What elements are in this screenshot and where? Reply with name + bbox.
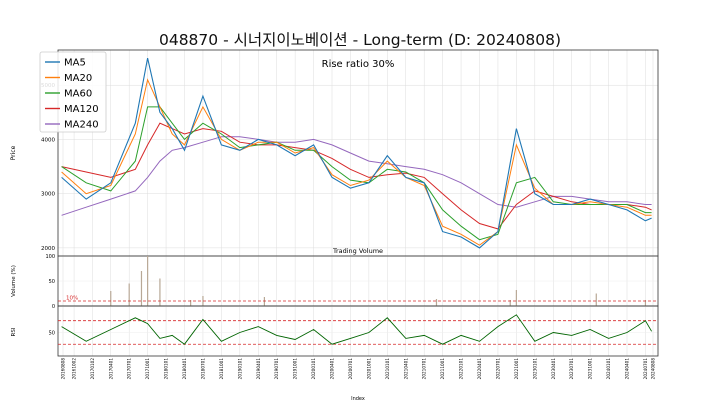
x-tick-label: 20210701	[422, 358, 427, 380]
price-y-tick-label: 2000	[41, 246, 55, 252]
x-tick-label: 20230401	[551, 358, 556, 380]
volume-y-tick-label: 50	[49, 279, 55, 285]
x-tick-label: 20240101	[606, 358, 611, 380]
volume-bar	[140, 271, 143, 306]
x-tick-label: 20221001	[514, 358, 519, 380]
price-y-tick-label: 4000	[41, 137, 55, 143]
x-tick-label: 20160808	[61, 358, 66, 380]
x-tick-label: 20190401	[256, 358, 261, 380]
series-line-ma20	[61, 78, 652, 246]
x-tick-label: 20210401	[403, 358, 408, 380]
x-tick-label: 20201001	[366, 358, 371, 380]
rsi-y-label: RSI	[11, 327, 17, 336]
x-tick-label: 20180401	[182, 358, 187, 380]
x-tick-label: 20180701	[200, 358, 205, 380]
volume-bar	[595, 293, 597, 306]
x-tick-label: 20200101	[311, 358, 316, 380]
x-tick-label: 20190101	[237, 358, 242, 380]
volume-title: Trading Volume	[332, 247, 383, 255]
x-tick-label: 20220701	[495, 358, 500, 380]
x-tick-label: 20231001	[588, 358, 593, 380]
series-line-ma5	[61, 57, 652, 249]
x-tick-label: 20230701	[569, 358, 574, 380]
volume-bar	[128, 283, 130, 306]
price-y-tick-label: 3000	[41, 192, 55, 198]
volume-bar	[110, 291, 112, 306]
chart-title: 048870 - 시너지이노베이션 - Long-term (D: 202408…	[159, 31, 561, 49]
x-tick-label: 20171001	[145, 358, 150, 380]
x-tick-label: 20180101	[164, 358, 169, 380]
x-tick-label: 20230101	[532, 358, 537, 380]
rsi-line	[61, 314, 652, 345]
x-tick-label: 20181001	[219, 358, 224, 380]
x-axis-label: Index	[351, 396, 365, 402]
x-tick-label: 20240808	[651, 358, 656, 380]
price-series	[61, 57, 652, 249]
x-tick-label: 20240401	[625, 358, 630, 380]
price-y-label: Price	[10, 145, 17, 160]
x-axis-ticks: 20160808 20161002 20170102 20170401 20170701…	[61, 358, 656, 380]
volume-bar	[263, 297, 265, 306]
volume-y-label: Volume (%)	[11, 265, 17, 297]
x-tick-label: 20240701	[643, 358, 648, 380]
legend: MA5 MA20 MA60 MA120 MA240	[39, 51, 107, 133]
legend-label-ma20: MA20	[64, 73, 92, 84]
rsi-series	[61, 314, 652, 345]
series-line-ma120	[61, 122, 652, 230]
x-tick-label: 20210101	[385, 358, 390, 380]
x-tick-label: 20191001	[293, 358, 298, 380]
volume-bar	[515, 290, 517, 306]
x-tick-label: 20200701	[348, 358, 353, 380]
rsi-grid	[58, 306, 658, 356]
legend-label-ma5: MA5	[64, 58, 86, 69]
x-tick-label: 20161002	[72, 358, 77, 380]
rsi-y-ticks: 50	[49, 330, 55, 336]
x-tick-label: 20220101	[459, 358, 464, 380]
rsi-plot-area	[57, 305, 659, 357]
x-tick-label: 20190701	[274, 358, 279, 380]
legend-label-ma60: MA60	[64, 89, 92, 100]
rsi-panel: 50 RSI	[11, 305, 659, 357]
volume-y-tick-label: 0	[52, 304, 55, 310]
volume-bar	[147, 256, 149, 306]
rsi-y-tick-label: 50	[49, 330, 55, 336]
x-tick-label: 20200401	[330, 358, 335, 380]
volume-y-tick-label: 100	[45, 254, 55, 260]
volume-threshold-label: 10%	[66, 296, 78, 302]
volume-bar	[435, 299, 438, 306]
volume-y-ticks: 0 50 100	[45, 254, 55, 310]
legend-label-ma240: MA240	[64, 120, 99, 131]
x-tick-label: 20220401	[477, 358, 482, 380]
x-tick-label: 20211001	[440, 358, 445, 380]
x-tick-label: 20170102	[90, 358, 95, 380]
volume-panel: Trading Volume 0 50 100 Volume (%) 10%	[11, 247, 659, 310]
x-tick-label: 20170701	[127, 358, 132, 380]
chart-figure: 048870 - 시너지이노베이션 - Long-term (D: 202408…	[10, 31, 659, 402]
price-panel: 2000300040005000 Price Rise ratio 30% MA…	[10, 49, 659, 257]
x-tick-label: 20170401	[108, 358, 113, 380]
volume-bar	[159, 278, 161, 306]
rise-ratio-annotation: Rise ratio 30%	[322, 59, 395, 70]
legend-label-ma120: MA120	[64, 104, 99, 115]
